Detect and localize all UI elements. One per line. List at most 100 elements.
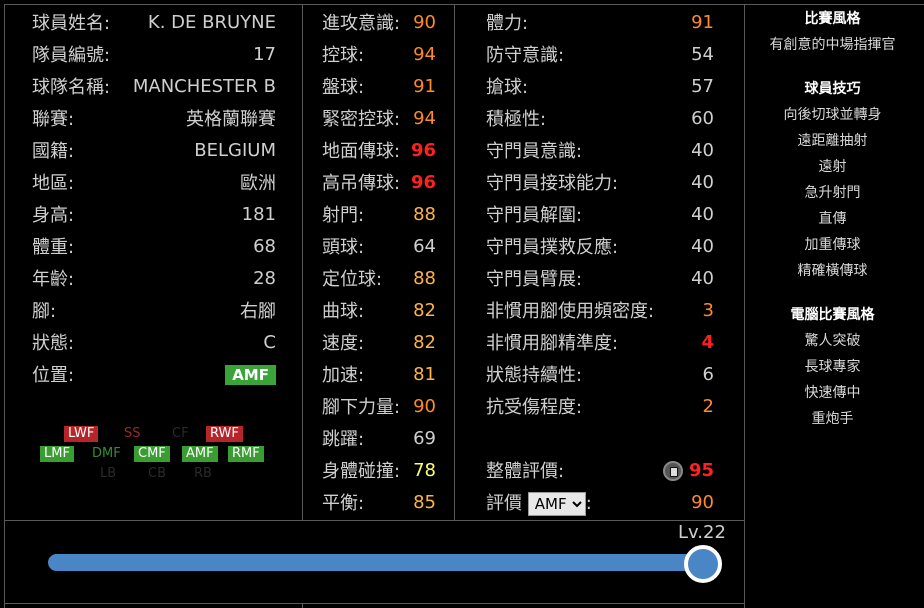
profile-row: 身高: 181 [32,198,276,230]
stat-label: 控球: [322,45,365,66]
stat-row: 加速: 81 [322,358,436,390]
overall-value: 95 [688,459,714,481]
skill-item: 遠距離抽射 [797,133,868,149]
stat-row: 頭球: 64 [322,230,436,262]
stat-label: 守門員撲救反應: [486,237,619,258]
stat-label: 狀態持續性: [486,365,583,386]
stat-label: 射門: [322,205,365,226]
position-chip: RWF [206,426,243,442]
level-label: Lv.22 [678,522,726,543]
stat-value: 6 [702,363,714,385]
team-name: MANCHESTER B [132,75,276,97]
stat-value: 40 [691,235,714,257]
skills-title: 球員技巧 [804,81,861,97]
divider [302,4,303,521]
height: 181 [241,203,276,225]
stat-label: 體力: [486,13,529,34]
stat-row: 地面傳球: 96 [322,134,436,166]
stat-label: 守門員接球能力: [486,173,619,194]
profile-row: 球隊名稱: MANCHESTER B [32,70,276,102]
stat-value: 90 [413,395,436,417]
play-style-title: 比賽風格 [804,11,861,27]
stat-label: 非慣用腳精準度: [486,333,619,354]
stat-value: 69 [413,427,436,449]
stat-label: 防守意識: [486,45,565,66]
stat-value: 40 [691,139,714,161]
stat-row: 高吊傳球: 96 [322,166,436,198]
profile-label: 球員姓名: [32,13,111,34]
condition: C [263,331,276,353]
stat-row: 防守意識: 54 [486,38,714,70]
position-chip: CB [148,466,166,481]
player-number: 17 [253,43,276,65]
position-row: LMF DMF CMF AMF RMF [40,446,280,464]
stat-row: 控球: 94 [322,38,436,70]
stat-label: 緊密控球: [322,109,401,130]
stat-value: 94 [413,43,436,65]
position-chip: DMF [92,446,121,461]
stat-value: 2 [702,395,714,417]
divider [454,4,455,521]
play-style-value: 有創意的中場指揮官 [769,37,896,53]
position-row: LWF SS CF RWF [40,426,280,444]
evaluation-label: 評價 [486,492,522,514]
stat-label: 頭球: [322,237,365,258]
evaluation-value: 90 [691,491,714,513]
evaluation-colon: : [585,492,592,514]
stat-row: 非慣用腳精準度: 4 [486,326,714,358]
slider-track[interactable] [48,554,708,571]
profile-row: 狀態: C [32,326,276,358]
slider-thumb[interactable] [684,545,722,583]
league: 英格蘭聯賽 [186,109,276,130]
profile-row: 國籍: BELGIUM [32,134,276,166]
stat-label: 積極性: [486,109,547,130]
stat-row: 進攻意識: 90 [322,6,436,38]
position-chip: CMF [134,446,170,462]
stat-row: 體力: 91 [486,6,714,38]
stat-value: 82 [413,299,436,321]
stat-label: 跳躍: [322,429,365,450]
stat-value: 54 [691,43,714,65]
stat-row: 抗受傷程度: 2 [486,390,714,422]
position-chip: CF [172,426,189,441]
stat-row: 積極性: 60 [486,102,714,134]
profile-row: 位置: AMF [32,358,276,390]
stat-value: 78 [413,459,436,481]
attack-stats-panel: 進攻意識: 90 控球: 94 盤球: 91 緊密控球: 94 地面傳球: 96 高吊傳球… [322,6,436,518]
stat-value: 40 [691,203,714,225]
profile-label: 隊員編號: [32,45,111,66]
stat-value: 85 [413,491,436,513]
stat-label: 盤球: [322,77,365,98]
evaluation-position-select[interactable]: AMF [527,491,586,516]
profile-row: 球員姓名: K. DE BRUYNE [32,6,276,38]
spacer-row [486,422,714,454]
position-chip: RMF [228,446,264,462]
stat-value: 96 [410,139,436,161]
stat-value: 91 [413,75,436,97]
stat-label: 抗受傷程度: [486,397,583,418]
stat-row: 狀態持續性: 6 [486,358,714,390]
stat-row: 搶球: 57 [486,70,714,102]
ai-style-item: 重炮手 [811,411,854,427]
position-chip: SS [124,426,141,441]
profile-row: 腳: 右腳 [32,294,276,326]
stat-label: 曲球: [322,301,365,322]
stat-label: 腳下力量: [322,397,401,418]
stat-label: 搶球: [486,77,529,98]
profile-label: 年齡: [32,269,75,290]
position-chip: AMF [182,446,218,462]
skill-item: 直傳 [818,211,847,227]
stat-value: 94 [413,107,436,129]
stat-value: 82 [413,331,436,353]
stat-value: 64 [413,235,436,257]
level-slider: Lv.22 [4,520,745,604]
stat-value: 40 [691,267,714,289]
foot: 右腳 [240,301,276,322]
stat-row: 定位球: 88 [322,262,436,294]
stat-label: 定位球: [322,269,383,290]
region: 歐洲 [240,173,276,194]
profile-label: 狀態: [32,333,75,354]
evaluation-label-group: 評價 AMF : [486,489,592,516]
overall-label: 整體評價: [486,461,565,482]
position-chip: LMF [40,446,74,462]
